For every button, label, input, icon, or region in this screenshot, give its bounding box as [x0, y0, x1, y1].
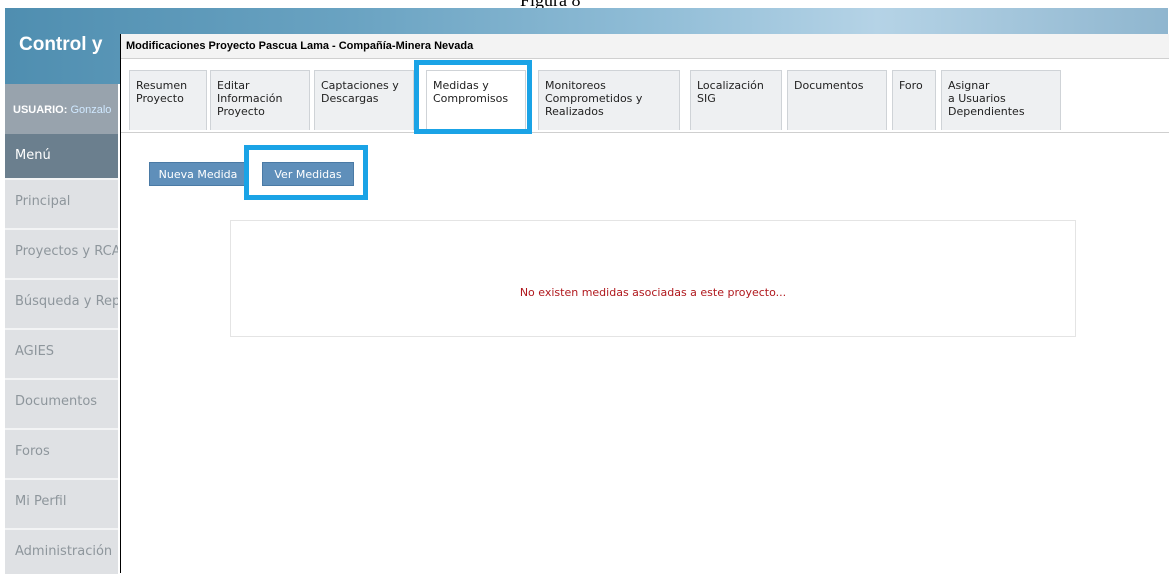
message-box: No existen medidas asociadas a este proy… [230, 220, 1076, 337]
menu-title: Menú [15, 148, 51, 163]
sidebar: USUARIO: Gonzalo Menú Principal Proyecto… [5, 84, 118, 574]
sidebar-item-label: Documentos [15, 394, 98, 409]
app-brand: Control y [19, 34, 103, 55]
tab-label: Asignar a Usuarios Dependientes [948, 79, 1025, 118]
sidebar-item-label: AGIES [15, 344, 55, 359]
tab-foro[interactable]: Foro [892, 70, 936, 130]
tab-label: Localización SIG [697, 79, 764, 105]
tab-label: Editar Información Proyecto [217, 79, 283, 118]
sidebar-item-principal[interactable]: Principal [5, 178, 118, 224]
highlight-box-tab [414, 60, 532, 134]
sidebar-item-label: Búsqueda y Reportes [15, 294, 118, 309]
tab-label: Captaciones y Descargas [321, 79, 399, 105]
tab-monitoreos[interactable]: Monitoreos Comprometidos y Realizados [538, 70, 680, 130]
sidebar-item-label: Principal [15, 194, 71, 209]
sidebar-item-foros[interactable]: Foros [5, 428, 118, 474]
tab-editar[interactable]: Editar Información Proyecto [210, 70, 310, 130]
tab-label: Documentos [794, 79, 864, 92]
user-label-wrap: USUARIO: Gonzalo [13, 104, 111, 116]
empty-message: No existen medidas asociadas a este proy… [519, 286, 787, 299]
tab-resumen[interactable]: Resumen Proyecto [129, 70, 207, 130]
sidebar-item-proyectos[interactable]: Proyectos y RCA [5, 228, 118, 274]
tab-label: Foro [899, 79, 923, 92]
tab-documentos[interactable]: Documentos [787, 70, 887, 130]
tab-label: Resumen Proyecto [136, 79, 188, 105]
sidebar-item-documentos[interactable]: Documentos [5, 378, 118, 424]
sidebar-item-agies[interactable]: AGIES [5, 328, 118, 374]
user-name: Gonzalo [70, 104, 112, 116]
sidebar-item-label: Administración [15, 544, 113, 559]
sidebar-item-label: Foros [15, 444, 50, 459]
tab-asignar[interactable]: Asignar a Usuarios Dependientes [941, 70, 1061, 130]
new-measure-button[interactable]: Nueva Medida [149, 162, 247, 186]
page-title: Modificaciones Proyecto Pascua Lama - Co… [126, 40, 474, 52]
tab-label: Monitoreos Comprometidos y Realizados [545, 79, 643, 118]
tab-bar: Resumen Proyecto Editar Información Proy… [121, 70, 1169, 133]
tab-captaciones[interactable]: Captaciones y Descargas [314, 70, 414, 130]
sidebar-item-label: Mi Perfil [15, 494, 67, 509]
user-label: USUARIO: [13, 104, 68, 116]
panel-title-bar: Modificaciones Proyecto Pascua Lama - Co… [121, 34, 1169, 59]
sidebar-item-label: Proyectos y RCA [15, 244, 118, 259]
sidebar-item-administracion[interactable]: Administración [5, 528, 118, 574]
menu-header: Menú [5, 134, 118, 178]
sidebar-item-busqueda[interactable]: Búsqueda y Reportes [5, 278, 118, 324]
user-info: USUARIO: Gonzalo [5, 84, 118, 134]
tab-localizacion[interactable]: Localización SIG [690, 70, 782, 130]
sidebar-item-mi-perfil[interactable]: Mi Perfil [5, 478, 118, 524]
highlight-box-button [244, 145, 368, 200]
